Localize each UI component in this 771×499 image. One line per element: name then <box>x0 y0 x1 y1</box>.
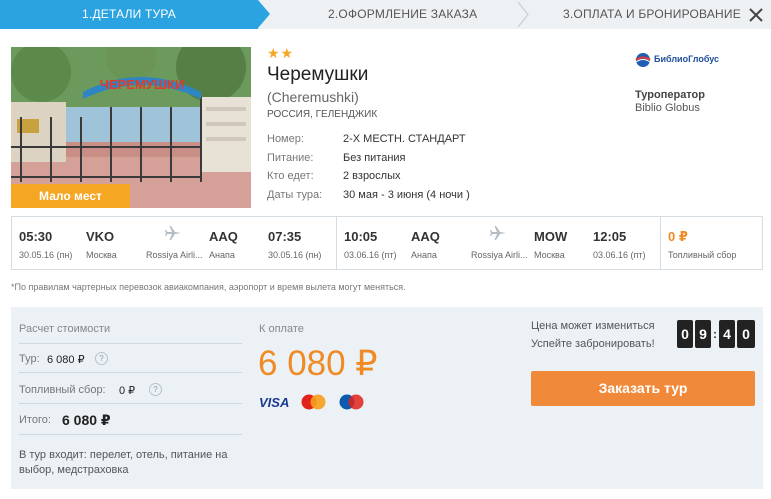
few-places-badge: Мало мест <box>11 184 130 208</box>
detail-label: Даты тура: <box>267 189 323 201</box>
operator-name: Biblio Globus <box>635 102 700 114</box>
detail-label: Кто едет: <box>267 170 314 182</box>
step-payment[interactable]: 3.ОПЛАТА И БРОНИРОВАНИЕ <box>563 0 741 29</box>
outbound-arrival-code: AAQ <box>209 229 238 244</box>
fuel-fee-value: 0 ₽ <box>119 385 136 397</box>
close-icon[interactable] <box>745 4 767 26</box>
step-tour-details[interactable]: 1.ДЕТАЛИ ТУРА <box>0 0 270 29</box>
timer-digit: 0 <box>677 320 693 348</box>
divider <box>19 434 242 435</box>
calculation-title: Расчет стоимости <box>19 323 111 335</box>
flight-divider <box>336 217 337 269</box>
step-separator-icon <box>517 2 529 27</box>
timer-digit: 4 <box>719 320 735 348</box>
inbound-departure-code: AAQ <box>411 229 440 244</box>
operator-logo-text: БиблиоГлобус <box>654 54 720 64</box>
tour-price-value: 6 080 ₽ <box>47 354 85 366</box>
tour-help-icon[interactable]: ? <box>95 352 108 365</box>
order-tour-button[interactable]: Заказать тур <box>531 371 755 406</box>
fuel-fee-label: Топливный сбор <box>668 250 737 260</box>
timer-colon: : <box>713 327 717 341</box>
divider <box>19 343 242 344</box>
inbound-departure-time: 10:05 <box>344 229 378 244</box>
inbound-departure-city: Анапа <box>411 250 437 260</box>
biblio-globus-logo-icon <box>635 53 651 67</box>
inbound-airline: Rossiya Airli... <box>471 250 528 260</box>
hotel-latin-name: (Cheremushki) <box>267 89 359 105</box>
step-order[interactable]: 2.ОФОРМЛЕНИЕ ЗАКАЗА <box>328 0 477 29</box>
fuel-fee-value: 0 ₽ <box>668 229 688 244</box>
payment-cards: VISA <box>259 394 364 410</box>
outbound-arrival-time: 07:35 <box>268 229 302 244</box>
outbound-arrival-city: Анапа <box>209 250 235 260</box>
outbound-arrival-date: 30.05.16 (пн) <box>268 250 322 260</box>
outbound-departure-date: 30.05.16 (пн) <box>19 250 73 260</box>
flights-panel: 05:30 30.05.16 (пн) VKO Москва Rossiya A… <box>11 216 763 270</box>
payment-title: К оплате <box>259 323 304 335</box>
inbound-arrival-city: Москва <box>534 250 565 260</box>
detail-value: 2-Х МЕСТН. СТАНДАРТ <box>343 133 466 145</box>
total-value: 6 080 ₽ <box>62 412 111 428</box>
mastercard-logo-icon <box>301 394 326 410</box>
maestro-logo-icon <box>339 394 364 410</box>
detail-value: Без питания <box>343 152 406 164</box>
visa-logo-icon: VISA <box>259 395 289 410</box>
inbound-departure-date: 03.06.16 (пт) <box>344 250 397 260</box>
timer-digit: 0 <box>737 320 755 348</box>
price-change-warning: Цена может измениться <box>531 320 655 332</box>
inbound-arrival-code: MOW <box>534 229 568 244</box>
detail-label: Питание: <box>267 152 314 164</box>
flight-divider <box>660 217 661 269</box>
payment-amount: 6 080 ₽ <box>258 344 378 383</box>
hotel-location: РОССИЯ, ГЕЛЕНДЖИК <box>267 109 378 120</box>
detail-value: 2 взрослых <box>343 170 401 182</box>
outbound-departure-city: Москва <box>86 250 117 260</box>
tour-includes: В тур входит: перелет, отель, питание на… <box>19 449 228 476</box>
divider <box>19 372 242 373</box>
outbound-departure-code: VKO <box>86 229 115 244</box>
inbound-arrival-time: 12:05 <box>593 229 627 244</box>
book-hurry-text: Успейте забронировать! <box>531 338 655 350</box>
outbound-airline: Rossiya Airli... <box>146 250 203 260</box>
operator-title: Туроператор <box>635 89 705 101</box>
fuel-fee-label: Топливный сбор: <box>19 384 106 396</box>
hotel-sign-text: ЧЕРЕМУШКИ <box>100 77 184 92</box>
plane-icon <box>165 226 181 240</box>
total-label: Итого: <box>19 414 51 426</box>
plane-icon <box>490 226 506 240</box>
detail-label: Номер: <box>267 133 304 145</box>
fuel-help-icon[interactable]: ? <box>149 383 162 396</box>
detail-value: 30 мая - 3 июня (4 ночи ) <box>343 189 470 201</box>
timer-digit: 9 <box>695 320 711 348</box>
tour-price-label: Тур: <box>19 353 40 365</box>
charter-note: *По правилам чартерных перевозок авиаком… <box>11 282 406 292</box>
inbound-arrival-date: 03.06.16 (пт) <box>593 250 646 260</box>
divider <box>19 403 242 404</box>
hotel-stars: ★★ <box>267 45 295 61</box>
steps-bar: 1.ДЕТАЛИ ТУРА 2.ОФОРМЛЕНИЕ ЗАКАЗА 3.ОПЛА… <box>0 0 771 29</box>
hotel-name[interactable]: Черемушки <box>267 64 368 86</box>
outbound-departure-time: 05:30 <box>19 229 53 244</box>
